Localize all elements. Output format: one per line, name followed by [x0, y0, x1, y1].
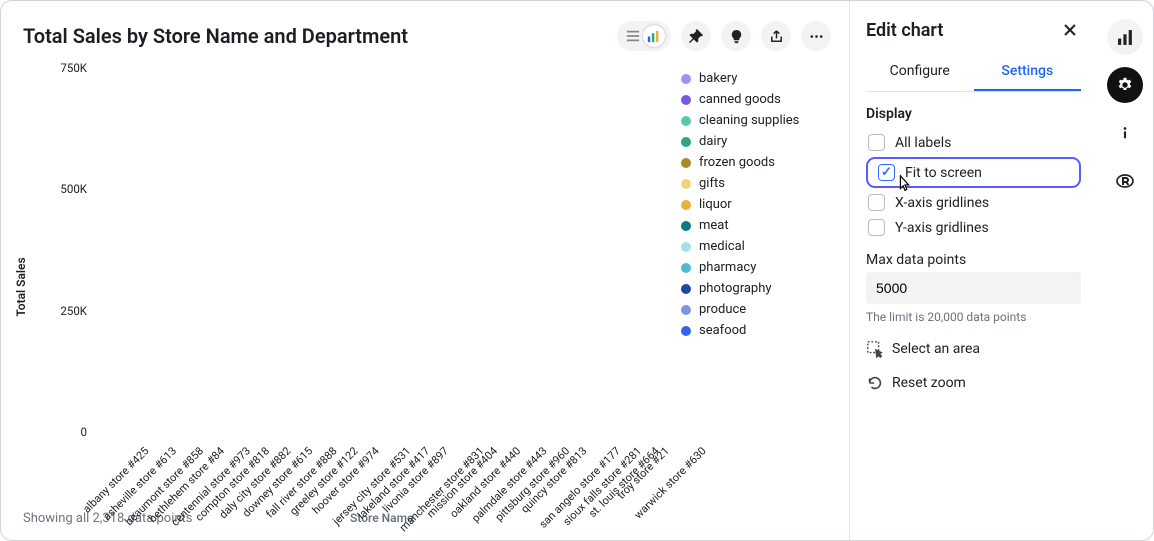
cursor-icon [894, 173, 916, 200]
legend-item[interactable]: dairy [681, 134, 831, 149]
legend-label: frozen goods [699, 155, 775, 170]
toolbar [617, 21, 831, 51]
bar-chart-icon[interactable] [1107, 19, 1143, 55]
checkbox-icon [868, 219, 885, 236]
view-toggle[interactable] [617, 21, 671, 51]
legend-swatch [681, 116, 691, 126]
legend-item[interactable]: cleaning supplies [681, 113, 831, 128]
legend-label: meat [699, 218, 729, 233]
checkbox-all-labels[interactable]: All labels [866, 130, 1081, 155]
max-points-input[interactable] [866, 272, 1081, 304]
legend-swatch [681, 221, 691, 231]
legend-swatch [681, 326, 691, 336]
reset-zoom-button[interactable]: Reset zoom [866, 374, 1081, 392]
legend-label: photography [699, 281, 772, 296]
legend-label: pharmacy [699, 260, 756, 275]
legend-item[interactable]: photography [681, 281, 831, 296]
y-axis-label: Total Sales [14, 257, 28, 316]
checkbox-label: Y-axis gridlines [895, 220, 989, 236]
gear-icon[interactable] [1107, 67, 1143, 103]
more-button[interactable] [801, 21, 831, 51]
lightbulb-button[interactable] [721, 21, 751, 51]
legend-item[interactable]: gifts [681, 176, 831, 191]
y-tick: 0 [47, 425, 87, 439]
action-label: Reset zoom [892, 375, 966, 391]
legend-swatch [681, 95, 691, 105]
legend-item[interactable]: seafood [681, 323, 831, 338]
legend-swatch [681, 242, 691, 252]
legend-swatch [681, 305, 691, 315]
legend-item[interactable]: canned goods [681, 92, 831, 107]
checkbox-label: Fit to screen [905, 165, 982, 181]
legend-label: cleaning supplies [699, 113, 799, 128]
legend-label: seafood [699, 323, 746, 338]
legend-label: canned goods [699, 92, 781, 107]
legend-item[interactable]: frozen goods [681, 155, 831, 170]
chart-panel: Total Sales by Store Name and Department [1, 1, 849, 540]
checkbox-icon [868, 194, 885, 211]
y-tick: 250K [47, 304, 87, 318]
legend-label: liquor [699, 197, 732, 212]
info-icon[interactable] [1107, 115, 1143, 151]
legend-swatch [681, 137, 691, 147]
checkbox-icon [878, 164, 895, 181]
legend-label: produce [699, 302, 746, 317]
legend-swatch [681, 158, 691, 168]
legend-label: dairy [699, 134, 727, 149]
chart-view-icon[interactable] [643, 25, 665, 47]
legend-item[interactable]: pharmacy [681, 260, 831, 275]
legend: bakery canned goods cleaning supplies dairy… [681, 71, 831, 499]
legend-label: gifts [699, 176, 725, 191]
share-button[interactable] [761, 21, 791, 51]
legend-swatch [681, 284, 691, 294]
checkbox-fit-to-screen[interactable]: Fit to screen [866, 157, 1081, 188]
checkbox-y-gridlines[interactable]: Y-axis gridlines [866, 215, 1081, 240]
pin-button[interactable] [681, 21, 711, 51]
legend-item[interactable]: produce [681, 302, 831, 317]
select-area-button[interactable]: Select an area [866, 340, 1081, 358]
legend-label: bakery [699, 71, 737, 86]
chart[interactable]: Total Sales 750K500K250K0 albany store #… [23, 61, 669, 499]
legend-swatch [681, 74, 691, 84]
y-tick: 500K [47, 182, 87, 196]
table-view-icon[interactable] [624, 27, 642, 45]
edit-chart-panel: Edit chart Configure Settings Display Al… [849, 1, 1097, 540]
y-tick: 750K [47, 61, 87, 75]
tab-settings[interactable]: Settings [974, 55, 1082, 91]
legend-swatch [681, 200, 691, 210]
display-section-label: Display [866, 106, 1081, 122]
legend-swatch [681, 263, 691, 273]
max-points-hint: The limit is 20,000 data points [866, 310, 1081, 324]
legend-item[interactable]: liquor [681, 197, 831, 212]
tab-configure[interactable]: Configure [866, 55, 974, 91]
legend-label: medical [699, 239, 745, 254]
legend-item[interactable]: medical [681, 239, 831, 254]
legend-item[interactable]: meat [681, 218, 831, 233]
right-rail [1097, 1, 1153, 540]
checkbox-label: All labels [895, 135, 951, 151]
r-icon[interactable] [1107, 163, 1143, 199]
max-points-label: Max data points [866, 252, 1081, 268]
page-title: Total Sales by Store Name and Department [23, 24, 408, 48]
panel-title: Edit chart [866, 20, 943, 41]
action-label: Select an area [892, 341, 980, 357]
close-panel-button[interactable] [1059, 19, 1081, 41]
legend-swatch [681, 179, 691, 189]
checkbox-icon [868, 134, 885, 151]
legend-item[interactable]: bakery [681, 71, 831, 86]
